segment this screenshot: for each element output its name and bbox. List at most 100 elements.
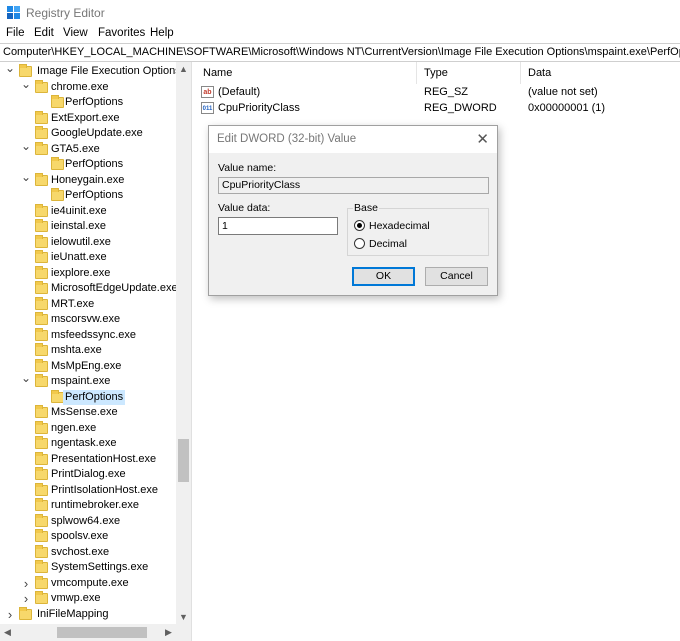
tree-node[interactable]: ielowutil.exe <box>0 234 176 250</box>
tree-node-label[interactable]: ie4uinit.exe <box>49 204 109 219</box>
chevron-down-icon[interactable]: ⌄ <box>21 170 31 185</box>
menu-help[interactable]: Help <box>150 27 174 39</box>
tree-horizontal-scrollbar[interactable]: ◀ ▶ <box>0 624 191 641</box>
ok-button[interactable]: OK <box>352 267 415 286</box>
address-bar[interactable]: Computer\HKEY_LOCAL_MACHINE\SOFTWARE\Mic… <box>0 43 680 62</box>
tree-node-label[interactable]: chrome.exe <box>49 80 110 95</box>
chevron-right-icon[interactable]: › <box>21 576 31 591</box>
tree-node[interactable]: ie4uinit.exe <box>0 203 176 219</box>
value-row[interactable]: ab (Default) REG_SZ (value not set) <box>196 84 680 100</box>
radio-unchecked-icon[interactable] <box>354 238 365 249</box>
tree-node-label[interactable]: vmcompute.exe <box>49 576 131 591</box>
tree-node-label[interactable]: spoolsv.exe <box>49 529 110 544</box>
tree-node-label[interactable]: ielowutil.exe <box>49 235 113 250</box>
column-header-name[interactable]: Name <box>196 62 417 84</box>
tree-node[interactable]: MsSense.exe <box>0 405 176 420</box>
chevron-down-icon[interactable]: ⌄ <box>5 62 15 76</box>
tree-node-label[interactable]: ExtExport.exe <box>49 111 121 126</box>
tree-node-label[interactable]: PrintDialog.exe <box>49 467 128 482</box>
menu-favorites[interactable]: Favorites <box>98 27 145 39</box>
tree-node[interactable]: ieinstal.exe <box>0 219 176 234</box>
tree-node-label[interactable]: PerfOptions <box>63 188 125 203</box>
menu-edit[interactable]: Edit <box>34 27 54 39</box>
scroll-right-icon[interactable]: ▶ <box>161 624 176 641</box>
tree-node-label[interactable]: MsSense.exe <box>49 405 120 420</box>
tree-vertical-scrollbar[interactable]: ▲ ▼ <box>176 62 191 624</box>
tree-node-label[interactable]: mspaint.exe <box>49 374 112 389</box>
scroll-up-icon[interactable]: ▲ <box>176 62 191 76</box>
tree-node-label[interactable]: vmwp.exe <box>49 591 103 606</box>
registry-tree[interactable]: ⌄ Image File Execution Options ⌄ chrome.exe… <box>0 62 191 641</box>
column-header-type[interactable]: Type <box>417 62 521 84</box>
tree-node-label[interactable]: GTA5.exe <box>49 142 102 157</box>
tree-node-label[interactable]: PerfOptions <box>63 389 126 405</box>
tree-node[interactable]: splwow64.exe <box>0 513 176 529</box>
tree-node[interactable]: › IniFileMapping <box>0 606 176 622</box>
chevron-down-icon[interactable]: ⌄ <box>21 77 31 92</box>
scroll-thumb[interactable] <box>178 439 189 482</box>
tree-node-label[interactable]: MicrosoftEdgeUpdate.exe <box>49 281 180 296</box>
tree-node[interactable]: ⌄ GTA5.exe <box>0 139 176 157</box>
value-row[interactable]: 011 CpuPriorityClass REG_DWORD 0x0000000… <box>196 100 680 116</box>
tree-node[interactable]: ieUnatt.exe <box>0 250 176 265</box>
tree-node[interactable]: MicrosoftEdgeUpdate.exe <box>0 281 178 296</box>
decimal-label[interactable]: Decimal <box>369 237 407 251</box>
radio-checked-icon[interactable] <box>354 220 365 231</box>
tree-node[interactable]: PrintIsolationHost.exe <box>0 482 176 498</box>
hexadecimal-label[interactable]: Hexadecimal <box>369 219 430 233</box>
tree-node[interactable]: ⌄ chrome.exe <box>0 77 176 95</box>
column-header-data[interactable]: Data <box>521 62 680 84</box>
tree-node-label[interactable]: iexplore.exe <box>49 266 112 281</box>
tree-node[interactable]: SystemSettings.exe <box>0 560 176 575</box>
scroll-thumb[interactable] <box>57 627 147 638</box>
tree-node[interactable]: › vmcompute.exe <box>0 575 176 591</box>
tree-node[interactable]: ⌄ Honeygain.exe <box>0 170 176 188</box>
tree-node-label[interactable]: ieUnatt.exe <box>49 250 109 265</box>
value-data-input[interactable]: 1 <box>218 217 338 235</box>
tree-node-label[interactable]: mscorsvw.exe <box>49 312 122 327</box>
chevron-right-icon[interactable]: › <box>5 607 15 622</box>
tree-node[interactable]: ⌄ mspaint.exe <box>0 371 176 389</box>
menu-view[interactable]: View <box>63 27 88 39</box>
menu-file[interactable]: File <box>6 27 25 39</box>
tree-node-label[interactable]: PrintIsolationHost.exe <box>49 483 160 498</box>
tree-node[interactable]: iexplore.exe <box>0 265 176 281</box>
tree-node[interactable]: svchost.exe <box>0 544 176 560</box>
tree-node[interactable]: ExtExport.exe <box>0 110 176 126</box>
tree-node-label[interactable]: SystemSettings.exe <box>49 560 150 575</box>
tree-node-label[interactable]: svchost.exe <box>49 545 111 560</box>
tree-node-label[interactable]: ngen.exe <box>49 421 98 436</box>
tree-node-label[interactable]: Image File Execution Options <box>35 64 183 79</box>
address-path[interactable]: Computer\HKEY_LOCAL_MACHINE\SOFTWARE\Mic… <box>3 46 680 58</box>
tree-node[interactable]: mshta.exe <box>0 343 176 358</box>
tree-node-label[interactable]: mshta.exe <box>49 343 104 358</box>
tree-node-label[interactable]: PerfOptions <box>63 95 125 110</box>
tree-node-label[interactable]: MsMpEng.exe <box>49 359 123 374</box>
tree-node-label[interactable]: splwow64.exe <box>49 514 122 529</box>
chevron-down-icon[interactable]: ⌄ <box>21 371 31 386</box>
chevron-down-icon[interactable]: ⌄ <box>21 139 31 154</box>
tree-node[interactable]: spoolsv.exe <box>0 529 176 544</box>
tree-node[interactable]: PerfOptions <box>0 188 176 203</box>
tree-node[interactable]: ngentask.exe <box>0 436 176 451</box>
tree-node[interactable]: mscorsvw.exe <box>0 312 176 327</box>
tree-node-label[interactable]: IniFileMapping <box>35 607 111 622</box>
tree-node-label[interactable]: msfeedssync.exe <box>49 328 138 343</box>
tree-node[interactable]: PerfOptions <box>0 95 176 110</box>
tree-node-label[interactable]: Honeygain.exe <box>49 173 126 188</box>
tree-node-label[interactable]: PerfOptions <box>63 157 125 172</box>
tree-node[interactable]: MRT.exe <box>0 296 176 312</box>
tree-node[interactable]: PerfOptions <box>0 389 176 405</box>
tree-node[interactable]: › vmwp.exe <box>0 591 176 606</box>
tree-node-label[interactable]: GoogleUpdate.exe <box>49 126 145 141</box>
cancel-button[interactable]: Cancel <box>425 267 488 286</box>
chevron-right-icon[interactable]: › <box>21 591 31 606</box>
tree-node[interactable]: PrintDialog.exe <box>0 467 176 482</box>
tree-node-label[interactable]: MRT.exe <box>49 297 96 312</box>
tree-node[interactable]: msfeedssync.exe <box>0 327 176 343</box>
tree-node-label[interactable]: PresentationHost.exe <box>49 452 158 467</box>
scroll-down-icon[interactable]: ▼ <box>176 610 191 624</box>
close-icon[interactable]: ✕ <box>476 130 489 148</box>
tree-node-label[interactable]: ngentask.exe <box>49 436 118 451</box>
scroll-left-icon[interactable]: ◀ <box>0 624 15 641</box>
